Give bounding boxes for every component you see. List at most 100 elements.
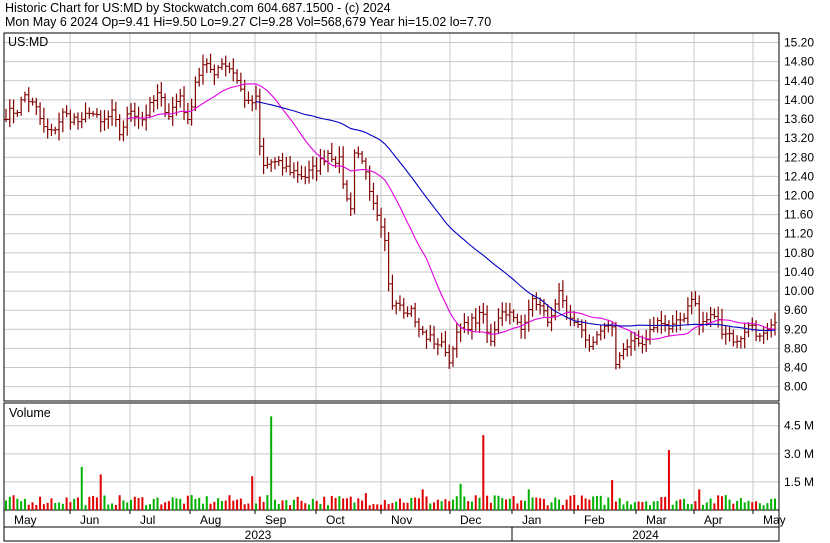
volume-bar xyxy=(376,504,379,510)
price-tick-label: 11.20 xyxy=(784,227,813,241)
volume-bar xyxy=(251,476,254,510)
volume-bar xyxy=(175,498,178,510)
volume-bar xyxy=(130,499,133,510)
price-tick-label: 15.20 xyxy=(784,36,814,50)
volume-bar xyxy=(217,498,220,510)
volume-bar xyxy=(323,496,326,510)
volume-bar xyxy=(65,497,68,510)
volume-bar xyxy=(76,497,79,510)
volume-bar xyxy=(705,502,708,510)
price-tick-label: 10.00 xyxy=(784,284,814,298)
volume-bar xyxy=(99,474,102,510)
volume-bar xyxy=(542,499,545,510)
volume-bar xyxy=(580,495,583,510)
volume-bar xyxy=(546,505,549,510)
volume-bar xyxy=(774,498,776,510)
volume-bar xyxy=(724,495,727,510)
volume-bar xyxy=(694,501,697,510)
volume-bar xyxy=(133,496,136,510)
price-tick-label: 12.40 xyxy=(784,169,814,183)
year-label: 2023 xyxy=(245,528,272,542)
volume-bar xyxy=(497,495,500,510)
volume-bar xyxy=(406,502,409,510)
price-tick-label: 13.20 xyxy=(784,131,814,145)
volume-bar xyxy=(679,499,682,510)
volume-bar xyxy=(577,505,580,510)
year-label: 2024 xyxy=(632,528,659,542)
volume-bar xyxy=(743,502,746,510)
volume-bar xyxy=(501,497,504,510)
volume-bar xyxy=(383,500,386,510)
volume-bar xyxy=(614,501,617,510)
price-tick-label: 8.80 xyxy=(784,341,808,355)
volume-bar xyxy=(410,497,413,510)
price-tick-label: 14.80 xyxy=(784,55,814,69)
volume-bar xyxy=(690,504,693,510)
volume-bar xyxy=(637,501,640,510)
volume-bar xyxy=(702,504,705,510)
volume-bar xyxy=(391,503,394,510)
volume-bar xyxy=(607,497,610,510)
volume-bar xyxy=(474,495,477,510)
volume-bar xyxy=(80,466,83,510)
volume-bar xyxy=(345,498,348,510)
volume-bar xyxy=(448,501,451,510)
volume-bar xyxy=(239,498,242,510)
volume-bar xyxy=(402,502,405,510)
volume-bar xyxy=(54,503,57,510)
volume-bar xyxy=(736,500,739,510)
moving-average-short-line xyxy=(127,83,776,340)
volume-bar xyxy=(141,497,144,510)
volume-bar xyxy=(486,495,489,510)
volume-bar xyxy=(656,501,659,510)
volume-bar xyxy=(603,504,606,510)
price-tick-label: 14.00 xyxy=(784,93,814,107)
volume-bar xyxy=(652,501,655,510)
volume-bar xyxy=(599,495,602,510)
volume-bar xyxy=(46,502,49,510)
volume-bar xyxy=(122,500,125,510)
volume-bar xyxy=(421,489,424,510)
volume-bar xyxy=(255,503,258,510)
volume-bar xyxy=(145,505,148,510)
volume-bar xyxy=(520,500,523,510)
volume-bar xyxy=(228,495,231,510)
volume-bar xyxy=(440,501,443,510)
volume-bar xyxy=(747,500,750,510)
volume-bar xyxy=(505,499,508,510)
volume-bar xyxy=(512,496,515,510)
month-label: Mar xyxy=(646,513,667,527)
volume-bar xyxy=(209,503,212,510)
volume-bar xyxy=(73,498,76,510)
volume-bar xyxy=(372,504,375,510)
volume-bar xyxy=(39,496,42,510)
volume-bar xyxy=(539,498,542,510)
month-label: Jan xyxy=(522,513,541,527)
volume-bar xyxy=(201,503,204,510)
price-tick-label: 12.80 xyxy=(784,150,814,164)
volume-bar xyxy=(493,495,496,510)
volume-bar xyxy=(455,496,458,510)
volume-bar xyxy=(247,503,250,510)
price-tick-label: 9.60 xyxy=(784,303,808,317)
volume-bar xyxy=(554,497,557,510)
price-tick-label: 8.40 xyxy=(784,361,808,375)
volume-bar xyxy=(353,502,356,510)
volume-bar xyxy=(262,501,265,510)
volume-bar xyxy=(364,493,367,510)
volume-bar xyxy=(478,497,481,510)
volume-bar xyxy=(311,498,314,510)
volume-bar xyxy=(114,504,117,510)
volume-bar xyxy=(368,505,371,510)
volume-bar xyxy=(160,504,163,510)
volume-bar xyxy=(641,502,644,510)
volume-bar xyxy=(236,499,239,510)
month-label: Jul xyxy=(140,513,155,527)
volume-bar xyxy=(664,496,667,510)
volume-bar xyxy=(289,505,292,510)
price-panel-frame xyxy=(3,32,780,402)
volume-bar xyxy=(531,497,534,510)
volume-panel-frame xyxy=(3,402,780,511)
stock-chart-svg: 15.20 14.80 14.40 14.00 13.60 13.20 12.80 12.40… xyxy=(3,32,814,542)
volume-bar xyxy=(334,497,337,510)
